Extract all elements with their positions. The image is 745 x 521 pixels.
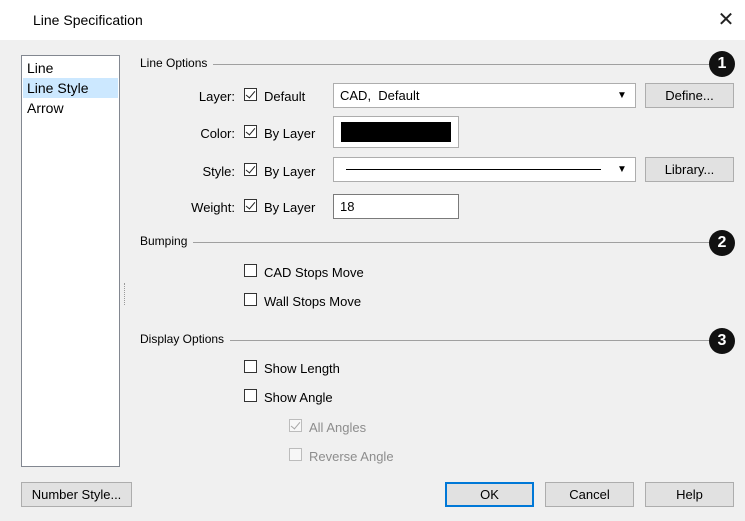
style-by-layer-checkbox[interactable]: [244, 163, 257, 176]
show-length-checkbox[interactable]: [244, 360, 257, 373]
list-item-arrow[interactable]: Arrow: [23, 98, 118, 118]
section-label-line-options: Line Options: [140, 56, 214, 70]
wall-stops-move-label: Wall Stops Move: [264, 294, 362, 309]
all-angles-label: All Angles: [309, 420, 367, 435]
color-label: Color:: [200, 126, 235, 141]
section-divider-line-options: [140, 64, 720, 65]
callout-badge-3: 3: [709, 328, 735, 354]
library-button[interactable]: Library...: [645, 157, 734, 182]
ok-button[interactable]: OK: [445, 482, 534, 507]
splitter-grip[interactable]: [124, 283, 127, 305]
section-label-display-options: Display Options: [140, 332, 231, 346]
color-by-layer-label: By Layer: [264, 126, 316, 141]
style-label: Style:: [202, 164, 235, 179]
layer-select[interactable]: CAD, Default ▼: [333, 83, 636, 108]
weight-label: Weight:: [191, 200, 235, 215]
color-swatch-button[interactable]: [333, 116, 459, 148]
style-by-layer-label: By Layer: [264, 164, 316, 179]
chevron-down-icon[interactable]: ▼: [615, 84, 629, 107]
chevron-down-icon[interactable]: ▼: [615, 158, 629, 181]
weight-by-layer-checkbox[interactable]: [244, 199, 257, 212]
color-swatch-fill: [341, 122, 451, 142]
show-angle-checkbox[interactable]: [244, 389, 257, 402]
number-style-button[interactable]: Number Style...: [21, 482, 132, 507]
cad-stops-move-label: CAD Stops Move: [264, 265, 364, 280]
reverse-angle-checkbox[interactable]: [289, 448, 302, 461]
list-item-line-style[interactable]: Line Style: [23, 78, 118, 98]
list-item-line[interactable]: Line: [23, 58, 118, 78]
cad-stops-move-checkbox[interactable]: [244, 264, 257, 277]
close-icon[interactable]: ✕: [715, 9, 737, 31]
define-button[interactable]: Define...: [645, 83, 734, 108]
show-angle-label: Show Angle: [264, 390, 333, 405]
section-divider-bumping: [140, 242, 720, 243]
weight-by-layer-label: By Layer: [264, 200, 316, 215]
layer-default-checkbox[interactable]: [244, 88, 257, 101]
help-button[interactable]: Help: [645, 482, 734, 507]
category-list[interactable]: Line Line Style Arrow: [21, 55, 120, 467]
cancel-button[interactable]: Cancel: [545, 482, 634, 507]
callout-badge-1: 1: [709, 51, 735, 77]
wall-stops-move-checkbox[interactable]: [244, 293, 257, 306]
title-bar: Line Specification ✕: [0, 0, 745, 40]
layer-default-label: Default: [264, 89, 306, 104]
reverse-angle-label: Reverse Angle: [309, 449, 394, 464]
show-length-label: Show Length: [264, 361, 340, 376]
weight-input[interactable]: 18: [333, 194, 459, 219]
callout-badge-2: 2: [709, 230, 735, 256]
layer-label: Layer:: [198, 89, 235, 104]
window-title: Line Specification: [33, 12, 143, 28]
all-angles-checkbox[interactable]: [289, 419, 302, 432]
section-label-bumping: Bumping: [140, 234, 194, 248]
style-select[interactable]: ▼: [333, 157, 636, 182]
color-by-layer-checkbox[interactable]: [244, 125, 257, 138]
layer-select-value: CAD, Default: [340, 88, 420, 103]
line-style-preview: [346, 169, 601, 170]
